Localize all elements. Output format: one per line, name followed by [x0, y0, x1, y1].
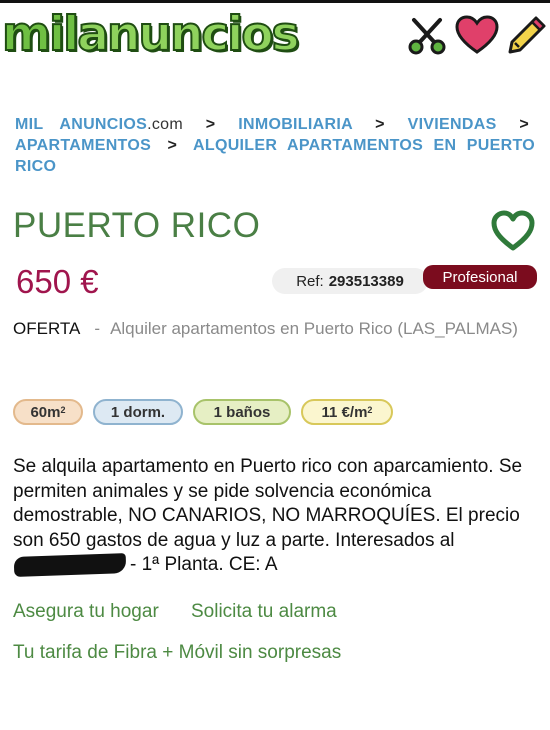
pencil-icon[interactable] — [504, 12, 550, 58]
offer-label: OFERTA — [13, 319, 81, 338]
breadcrumb-item-apartamentos[interactable]: APARTAMENTOS — [15, 137, 151, 154]
breadcrumb-item-viviendas[interactable]: VIVIENDAS — [408, 116, 497, 133]
favorite-heart-icon[interactable] — [490, 210, 536, 252]
site-header: milanuncios — [0, 3, 550, 65]
listing-price: 650 € — [16, 263, 99, 300]
reference-label: Ref: — [296, 272, 324, 290]
reference-badge: Ref: 293513389 — [272, 268, 428, 294]
professional-badge: Profesional — [423, 265, 537, 289]
fiber-tariff-link[interactable]: Tu tarifa de Fibra + Móvil sin sorpresas — [13, 642, 341, 664]
bathrooms-pill: 1 baños — [193, 399, 291, 425]
breadcrumb-item-inmobiliaria[interactable]: INMOBILIARIA — [238, 116, 352, 133]
listing-description: Se alquila apartamento en Puerto rico co… — [13, 456, 523, 577]
milanuncios-logo[interactable]: milanuncios — [1, 6, 301, 63]
breadcrumb: MIL ANUNCIOS.com > INMOBILIARIA > VIVIEN… — [15, 114, 535, 177]
header-actions — [404, 9, 550, 61]
redacted-phone — [13, 553, 127, 577]
bedrooms-pill: 1 dorm. — [93, 399, 183, 425]
alarm-link[interactable]: Solicita tu alarma — [191, 601, 337, 623]
feature-pills: 60m 2 1 dorm. 1 baños 11 €/m 2 — [13, 399, 393, 425]
scissors-icon[interactable] — [404, 12, 450, 58]
reference-value: 293513389 — [328, 272, 404, 290]
breadcrumb-separator: > — [519, 116, 529, 133]
offer-category: Alquiler apartamentos en Puerto Rico (LA… — [110, 319, 518, 338]
insurance-link[interactable]: Asegura tu hogar — [13, 601, 159, 623]
breadcrumb-separator: > — [375, 116, 385, 133]
heart-icon[interactable] — [454, 12, 500, 58]
breadcrumb-separator: > — [205, 116, 216, 133]
breadcrumb-home[interactable]: MIL ANUNCIOS.com — [15, 116, 183, 133]
offer-dash: - — [94, 319, 101, 338]
logo-text-mil: mil — [1, 6, 80, 63]
logo-text-anuncios: anuncios — [76, 6, 300, 63]
offer-line: OFERTA - Alquiler apartamentos en Puerto R… — [13, 316, 538, 342]
listing-title: PUERTO RICO — [13, 206, 261, 245]
area-pill: 60m 2 — [13, 399, 83, 425]
price-per-m2-pill: 11 €/m 2 — [301, 399, 393, 425]
breadcrumb-separator: > — [167, 137, 178, 154]
